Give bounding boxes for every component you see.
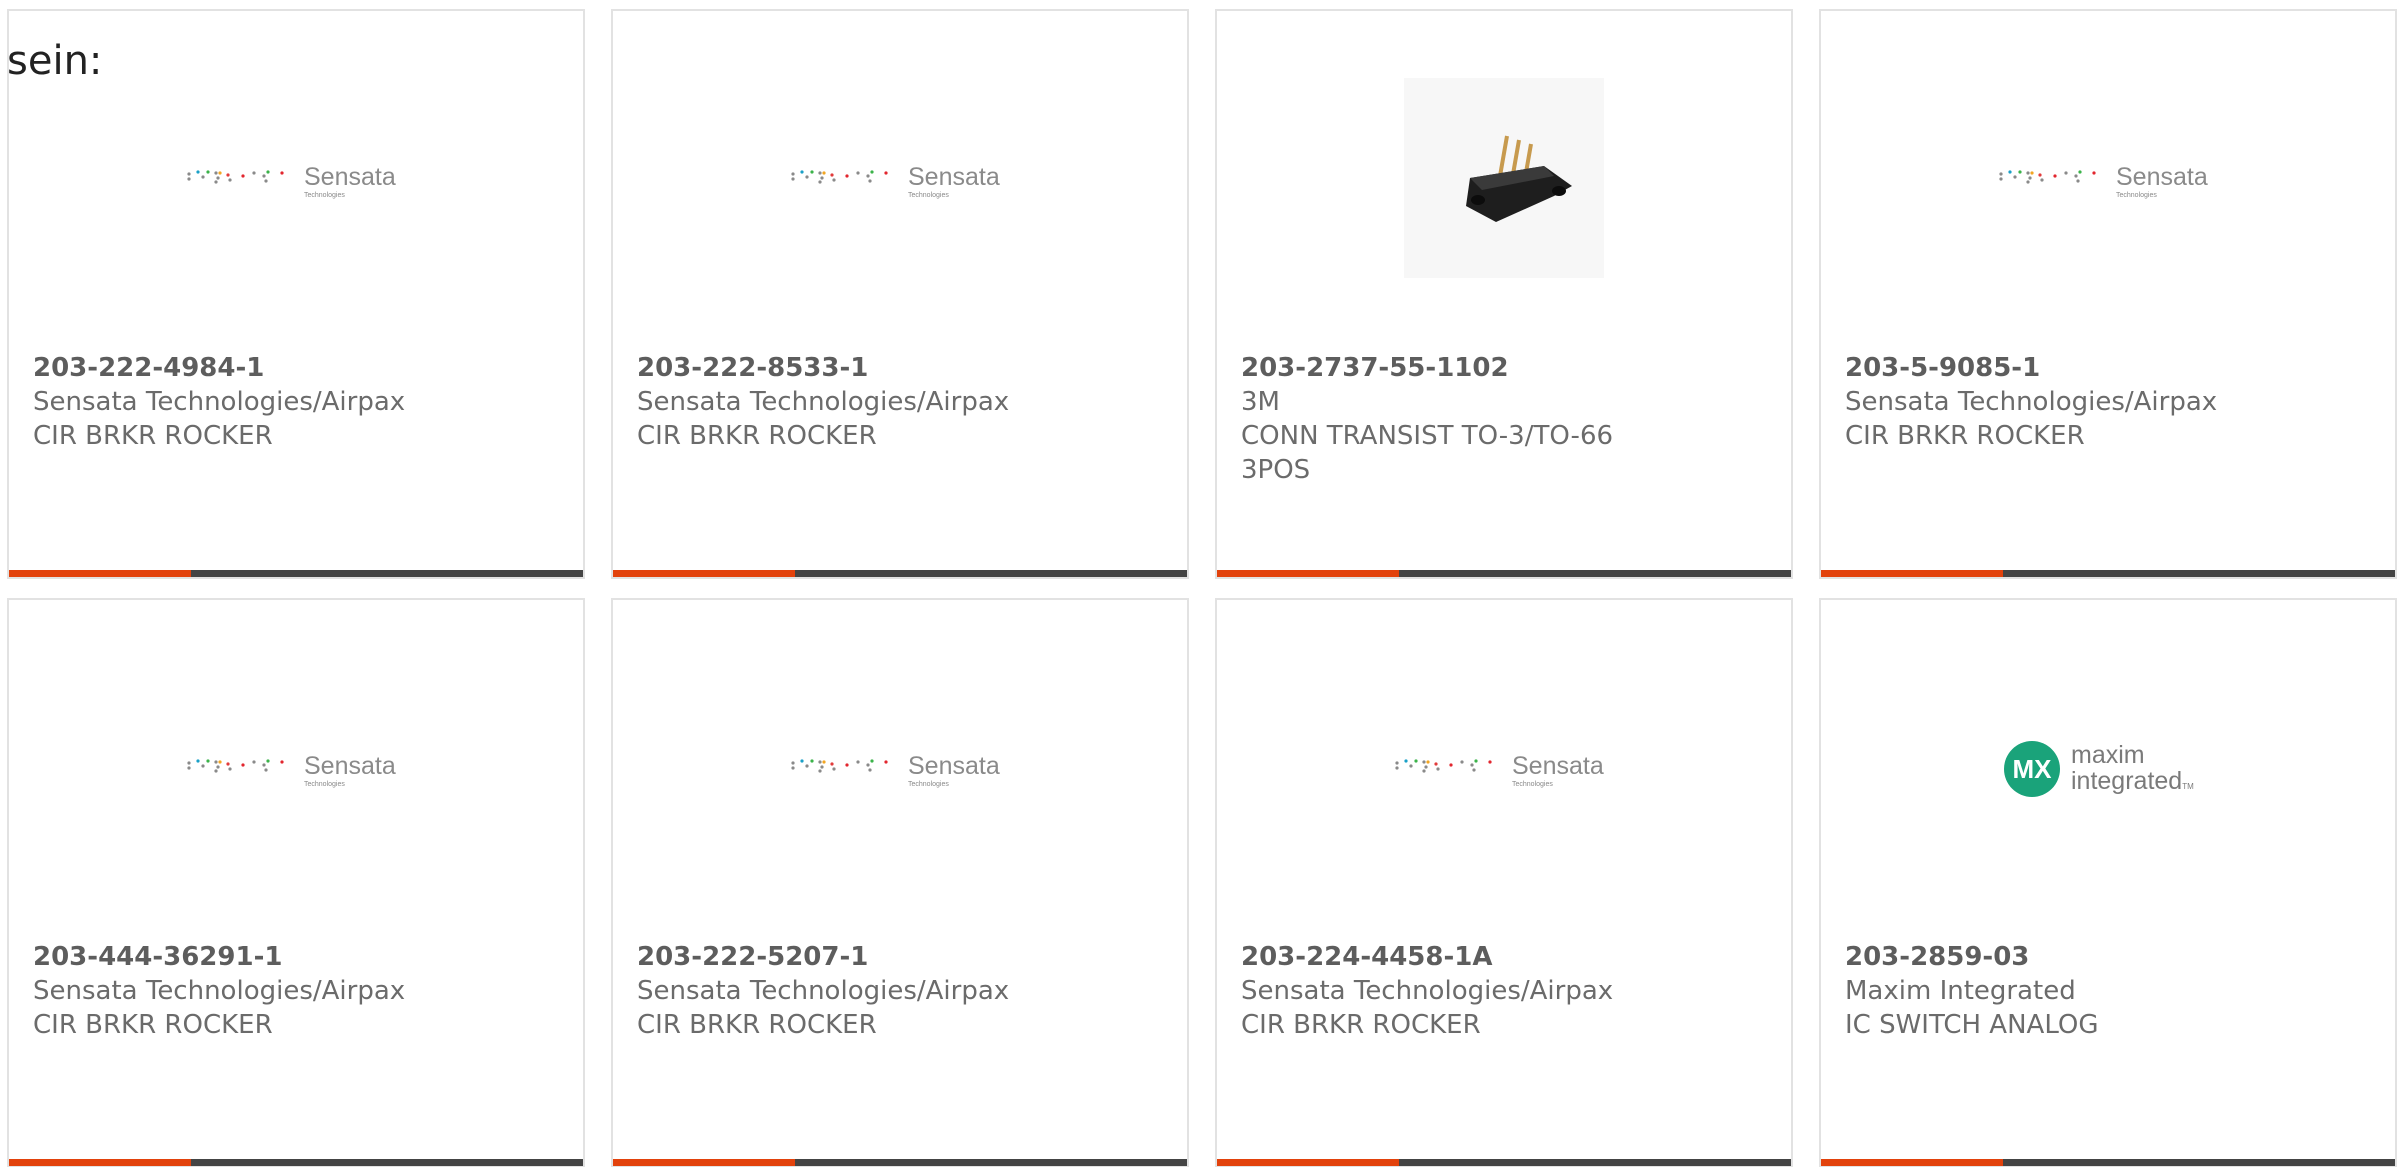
product-image-area[interactable]: Sensata Technologies [9,600,583,930]
product-image-area[interactable]: Sensata Technologies [613,600,1187,930]
product-info: 203-444-36291-1 Sensata Technologies/Air… [33,940,553,1042]
sensata-logo-sub: Technologies [908,781,949,788]
product-card[interactable]: Sensata Technologies 203-222-5207-1 Sens… [611,598,1189,1167]
product-card[interactable]: Sensata Technologies 203-222-8533-1 Sens… [611,9,1189,579]
card-accent-bar [1821,1159,2003,1166]
card-accent-bar [1217,570,1399,577]
sensata-logo: Sensata Technologies [186,161,406,207]
maxim-logo: MX maxim integratedTM [2003,740,2213,804]
part-number[interactable]: 203-2859-03 [1845,940,2365,974]
sensata-logo-sub: Technologies [304,192,345,199]
sensata-logo-name: Sensata [1512,752,1604,780]
part-number[interactable]: 203-222-8533-1 [637,351,1157,385]
part-number[interactable]: 203-224-4458-1A [1241,940,1761,974]
manufacturer: 3M [1241,387,1280,417]
manufacturer: Maxim Integrated [1845,976,2076,1006]
sensata-logo-sub: Technologies [1512,781,1553,788]
description: CIR BRKR ROCKER [1241,1010,1481,1040]
product-card[interactable]: 203-2737-55-1102 3M CONN TRANSIST TO-3/T… [1215,9,1793,579]
card-accent-bar [9,1159,191,1166]
card-bottom-bar [613,570,1187,577]
sensata-logo-name: Sensata [304,163,396,191]
manufacturer: Sensata Technologies/Airpax [637,387,1010,417]
card-bottom-bar [1217,1159,1791,1166]
product-image-area[interactable]: Sensata Technologies [1217,600,1791,930]
product-image-area[interactable]: MX maxim integratedTM [1821,600,2395,930]
sensata-logo: Sensata Technologies [1998,161,2218,207]
description: CIR BRKR ROCKER [33,421,273,451]
maxim-mark-icon: MX [2004,741,2060,797]
card-accent-bar [1217,1159,1399,1166]
product-card[interactable]: Sensata Technologies 203-5-9085-1 Sensat… [1819,9,2397,579]
sensata-dots-icon [187,170,284,184]
product-info: 203-224-4458-1A Sensata Technologies/Air… [1241,940,1761,1042]
sensata-logo-sub: Technologies [908,192,949,199]
card-bottom-bar [9,1159,583,1166]
maxim-logo-line1: maxim [2071,741,2145,769]
sensata-dots-icon [791,170,888,184]
product-card[interactable]: Sensata Technologies 203-444-36291-1 Sen… [7,598,585,1167]
part-number[interactable]: 203-2737-55-1102 [1241,351,1761,385]
card-bottom-bar [613,1159,1187,1166]
product-grid: Sensata Technologies 203-222-4984-1 Sens… [7,9,2400,1167]
description: CIR BRKR ROCKER [637,1010,877,1040]
card-bottom-bar [9,570,583,577]
sensata-logo: Sensata Technologies [1394,750,1614,796]
sensata-logo: Sensata Technologies [790,750,1010,796]
description: IC SWITCH ANALOG [1845,1010,2099,1040]
sensata-logo-name: Sensata [908,752,1000,780]
intro-text: sein: [7,38,103,84]
part-number[interactable]: 203-444-36291-1 [33,940,553,974]
connector-icon [1404,78,1604,278]
sensata-logo: Sensata Technologies [186,750,406,796]
description: CONN TRANSIST TO-3/TO-66 3POS [1241,421,1614,485]
sensata-dots-icon [187,759,284,773]
maxim-logo-text: maxim integratedTM [2071,742,2194,800]
manufacturer: Sensata Technologies/Airpax [33,976,406,1006]
card-bottom-bar [1821,570,2395,577]
sensata-dots-icon [1999,170,2096,184]
sensata-dots-icon [1395,759,1492,773]
maxim-logo-tm: TM [2182,782,2194,791]
part-number[interactable]: 203-222-5207-1 [637,940,1157,974]
description: CIR BRKR ROCKER [637,421,877,451]
part-number[interactable]: 203-222-4984-1 [33,351,553,385]
description: CIR BRKR ROCKER [33,1010,273,1040]
product-info: 203-222-5207-1 Sensata Technologies/Airp… [637,940,1157,1042]
sensata-logo-name: Sensata [304,752,396,780]
product-info: 203-2737-55-1102 3M CONN TRANSIST TO-3/T… [1241,351,1761,487]
maxim-mark-text: MX [2013,754,2053,784]
product-image-area[interactable] [1217,11,1791,341]
card-accent-bar [1821,570,2003,577]
card-bottom-bar [1217,570,1791,577]
connector-photo [1404,78,1604,278]
product-info: 203-5-9085-1 Sensata Technologies/Airpax… [1845,351,2365,453]
card-accent-bar [613,1159,795,1166]
product-card[interactable]: Sensata Technologies 203-222-4984-1 Sens… [7,9,585,579]
sensata-logo-name: Sensata [2116,163,2208,191]
card-bottom-bar [1821,1159,2395,1166]
manufacturer: Sensata Technologies/Airpax [33,387,406,417]
product-image-area[interactable]: Sensata Technologies [1821,11,2395,341]
manufacturer: Sensata Technologies/Airpax [637,976,1010,1006]
manufacturer: Sensata Technologies/Airpax [1241,976,1614,1006]
product-info: 203-2859-03 Maxim Integrated IC SWITCH A… [1845,940,2365,1042]
sensata-logo-sub: Technologies [2116,192,2157,199]
product-info: 203-222-8533-1 Sensata Technologies/Airp… [637,351,1157,453]
product-info: 203-222-4984-1 Sensata Technologies/Airp… [33,351,553,453]
part-number[interactable]: 203-5-9085-1 [1845,351,2365,385]
product-image-area[interactable]: Sensata Technologies [613,11,1187,341]
sensata-logo-name: Sensata [908,163,1000,191]
product-card[interactable]: Sensata Technologies 203-224-4458-1A Sen… [1215,598,1793,1167]
card-accent-bar [9,570,191,577]
product-grid-page: sein: Sensata Technologies 203-222-4984-… [0,0,2400,1167]
sensata-dots-icon [791,759,888,773]
sensata-logo-sub: Technologies [304,781,345,788]
maxim-logo-line2: integrated [2071,767,2183,795]
card-accent-bar [613,570,795,577]
description: CIR BRKR ROCKER [1845,421,2085,451]
product-card[interactable]: MX maxim integratedTM 203-2859-03 Maxim … [1819,598,2397,1167]
sensata-logo: Sensata Technologies [790,161,1010,207]
manufacturer: Sensata Technologies/Airpax [1845,387,2218,417]
